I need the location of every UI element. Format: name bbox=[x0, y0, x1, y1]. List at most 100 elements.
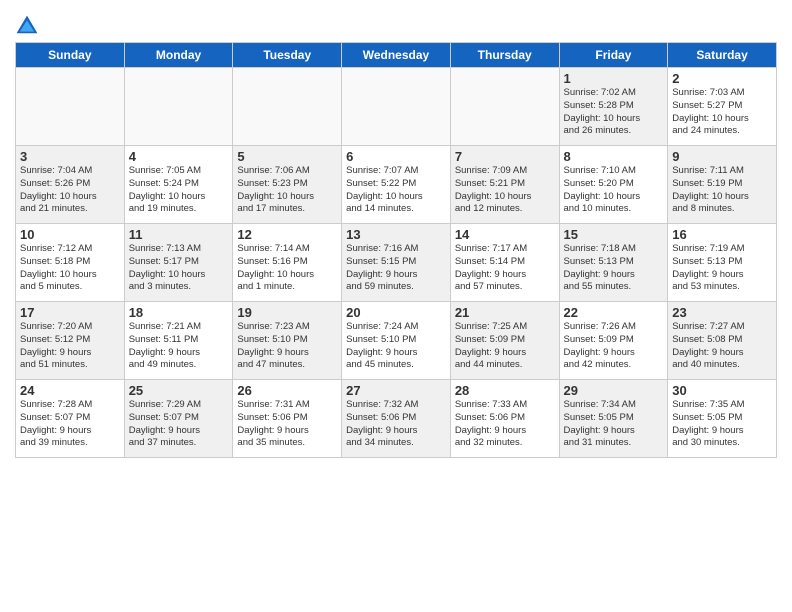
day-number: 19 bbox=[237, 305, 337, 320]
calendar-cell: 14Sunrise: 7:17 AMSunset: 5:14 PMDayligh… bbox=[450, 224, 559, 302]
day-number: 9 bbox=[672, 149, 772, 164]
week-row-1: 1Sunrise: 7:02 AMSunset: 5:28 PMDaylight… bbox=[16, 68, 777, 146]
calendar-cell: 5Sunrise: 7:06 AMSunset: 5:23 PMDaylight… bbox=[233, 146, 342, 224]
logo bbox=[15, 14, 43, 38]
day-number: 2 bbox=[672, 71, 772, 86]
calendar-cell: 20Sunrise: 7:24 AMSunset: 5:10 PMDayligh… bbox=[342, 302, 451, 380]
calendar-container: SundayMondayTuesdayWednesdayThursdayFrid… bbox=[0, 0, 792, 468]
cell-text: Sunrise: 7:19 AMSunset: 5:13 PMDaylight:… bbox=[672, 243, 772, 294]
day-number: 6 bbox=[346, 149, 446, 164]
day-number: 10 bbox=[20, 227, 120, 242]
cell-text: Sunrise: 7:13 AMSunset: 5:17 PMDaylight:… bbox=[129, 243, 229, 294]
cell-text: Sunrise: 7:29 AMSunset: 5:07 PMDaylight:… bbox=[129, 399, 229, 450]
cell-text: Sunrise: 7:28 AMSunset: 5:07 PMDaylight:… bbox=[20, 399, 120, 450]
cell-text: Sunrise: 7:34 AMSunset: 5:05 PMDaylight:… bbox=[564, 399, 664, 450]
day-number: 3 bbox=[20, 149, 120, 164]
day-header-sunday: Sunday bbox=[16, 43, 125, 68]
day-header-friday: Friday bbox=[559, 43, 668, 68]
calendar-cell: 30Sunrise: 7:35 AMSunset: 5:05 PMDayligh… bbox=[668, 380, 777, 458]
day-number: 24 bbox=[20, 383, 120, 398]
day-number: 17 bbox=[20, 305, 120, 320]
cell-text: Sunrise: 7:24 AMSunset: 5:10 PMDaylight:… bbox=[346, 321, 446, 372]
calendar-cell: 21Sunrise: 7:25 AMSunset: 5:09 PMDayligh… bbox=[450, 302, 559, 380]
day-number: 29 bbox=[564, 383, 664, 398]
calendar-cell bbox=[16, 68, 125, 146]
day-number: 27 bbox=[346, 383, 446, 398]
day-number: 15 bbox=[564, 227, 664, 242]
day-number: 28 bbox=[455, 383, 555, 398]
header bbox=[15, 10, 777, 38]
calendar-cell: 16Sunrise: 7:19 AMSunset: 5:13 PMDayligh… bbox=[668, 224, 777, 302]
day-number: 11 bbox=[129, 227, 229, 242]
calendar-cell: 22Sunrise: 7:26 AMSunset: 5:09 PMDayligh… bbox=[559, 302, 668, 380]
day-header-thursday: Thursday bbox=[450, 43, 559, 68]
day-number: 8 bbox=[564, 149, 664, 164]
cell-text: Sunrise: 7:09 AMSunset: 5:21 PMDaylight:… bbox=[455, 165, 555, 216]
day-number: 30 bbox=[672, 383, 772, 398]
week-row-2: 3Sunrise: 7:04 AMSunset: 5:26 PMDaylight… bbox=[16, 146, 777, 224]
cell-text: Sunrise: 7:35 AMSunset: 5:05 PMDaylight:… bbox=[672, 399, 772, 450]
calendar-cell: 12Sunrise: 7:14 AMSunset: 5:16 PMDayligh… bbox=[233, 224, 342, 302]
day-number: 20 bbox=[346, 305, 446, 320]
cell-text: Sunrise: 7:20 AMSunset: 5:12 PMDaylight:… bbox=[20, 321, 120, 372]
day-header-saturday: Saturday bbox=[668, 43, 777, 68]
day-number: 25 bbox=[129, 383, 229, 398]
cell-text: Sunrise: 7:04 AMSunset: 5:26 PMDaylight:… bbox=[20, 165, 120, 216]
day-header-tuesday: Tuesday bbox=[233, 43, 342, 68]
cell-text: Sunrise: 7:25 AMSunset: 5:09 PMDaylight:… bbox=[455, 321, 555, 372]
day-number: 14 bbox=[455, 227, 555, 242]
cell-text: Sunrise: 7:18 AMSunset: 5:13 PMDaylight:… bbox=[564, 243, 664, 294]
day-number: 16 bbox=[672, 227, 772, 242]
day-headers-row: SundayMondayTuesdayWednesdayThursdayFrid… bbox=[16, 43, 777, 68]
logo-icon bbox=[15, 14, 39, 38]
day-number: 4 bbox=[129, 149, 229, 164]
cell-text: Sunrise: 7:02 AMSunset: 5:28 PMDaylight:… bbox=[564, 87, 664, 138]
calendar-cell bbox=[342, 68, 451, 146]
cell-text: Sunrise: 7:26 AMSunset: 5:09 PMDaylight:… bbox=[564, 321, 664, 372]
calendar-cell: 1Sunrise: 7:02 AMSunset: 5:28 PMDaylight… bbox=[559, 68, 668, 146]
calendar-cell: 17Sunrise: 7:20 AMSunset: 5:12 PMDayligh… bbox=[16, 302, 125, 380]
cell-text: Sunrise: 7:12 AMSunset: 5:18 PMDaylight:… bbox=[20, 243, 120, 294]
day-number: 13 bbox=[346, 227, 446, 242]
day-number: 5 bbox=[237, 149, 337, 164]
calendar-cell: 27Sunrise: 7:32 AMSunset: 5:06 PMDayligh… bbox=[342, 380, 451, 458]
cell-text: Sunrise: 7:17 AMSunset: 5:14 PMDaylight:… bbox=[455, 243, 555, 294]
day-number: 7 bbox=[455, 149, 555, 164]
calendar-cell: 10Sunrise: 7:12 AMSunset: 5:18 PMDayligh… bbox=[16, 224, 125, 302]
calendar-body: 1Sunrise: 7:02 AMSunset: 5:28 PMDaylight… bbox=[16, 68, 777, 458]
calendar-cell: 19Sunrise: 7:23 AMSunset: 5:10 PMDayligh… bbox=[233, 302, 342, 380]
calendar-cell: 24Sunrise: 7:28 AMSunset: 5:07 PMDayligh… bbox=[16, 380, 125, 458]
calendar-cell: 7Sunrise: 7:09 AMSunset: 5:21 PMDaylight… bbox=[450, 146, 559, 224]
cell-text: Sunrise: 7:05 AMSunset: 5:24 PMDaylight:… bbox=[129, 165, 229, 216]
day-number: 23 bbox=[672, 305, 772, 320]
day-number: 1 bbox=[564, 71, 664, 86]
calendar-cell: 18Sunrise: 7:21 AMSunset: 5:11 PMDayligh… bbox=[124, 302, 233, 380]
calendar-cell: 29Sunrise: 7:34 AMSunset: 5:05 PMDayligh… bbox=[559, 380, 668, 458]
week-row-5: 24Sunrise: 7:28 AMSunset: 5:07 PMDayligh… bbox=[16, 380, 777, 458]
calendar-cell: 13Sunrise: 7:16 AMSunset: 5:15 PMDayligh… bbox=[342, 224, 451, 302]
day-number: 12 bbox=[237, 227, 337, 242]
calendar-cell bbox=[450, 68, 559, 146]
calendar-cell: 15Sunrise: 7:18 AMSunset: 5:13 PMDayligh… bbox=[559, 224, 668, 302]
day-number: 18 bbox=[129, 305, 229, 320]
cell-text: Sunrise: 7:14 AMSunset: 5:16 PMDaylight:… bbox=[237, 243, 337, 294]
day-number: 21 bbox=[455, 305, 555, 320]
cell-text: Sunrise: 7:31 AMSunset: 5:06 PMDaylight:… bbox=[237, 399, 337, 450]
calendar-cell: 8Sunrise: 7:10 AMSunset: 5:20 PMDaylight… bbox=[559, 146, 668, 224]
day-number: 22 bbox=[564, 305, 664, 320]
week-row-3: 10Sunrise: 7:12 AMSunset: 5:18 PMDayligh… bbox=[16, 224, 777, 302]
week-row-4: 17Sunrise: 7:20 AMSunset: 5:12 PMDayligh… bbox=[16, 302, 777, 380]
calendar-cell: 11Sunrise: 7:13 AMSunset: 5:17 PMDayligh… bbox=[124, 224, 233, 302]
cell-text: Sunrise: 7:23 AMSunset: 5:10 PMDaylight:… bbox=[237, 321, 337, 372]
calendar-cell: 2Sunrise: 7:03 AMSunset: 5:27 PMDaylight… bbox=[668, 68, 777, 146]
cell-text: Sunrise: 7:32 AMSunset: 5:06 PMDaylight:… bbox=[346, 399, 446, 450]
calendar-cell: 26Sunrise: 7:31 AMSunset: 5:06 PMDayligh… bbox=[233, 380, 342, 458]
cell-text: Sunrise: 7:03 AMSunset: 5:27 PMDaylight:… bbox=[672, 87, 772, 138]
calendar-cell: 25Sunrise: 7:29 AMSunset: 5:07 PMDayligh… bbox=[124, 380, 233, 458]
calendar-cell bbox=[124, 68, 233, 146]
cell-text: Sunrise: 7:21 AMSunset: 5:11 PMDaylight:… bbox=[129, 321, 229, 372]
day-number: 26 bbox=[237, 383, 337, 398]
calendar-cell: 23Sunrise: 7:27 AMSunset: 5:08 PMDayligh… bbox=[668, 302, 777, 380]
calendar-cell bbox=[233, 68, 342, 146]
cell-text: Sunrise: 7:11 AMSunset: 5:19 PMDaylight:… bbox=[672, 165, 772, 216]
